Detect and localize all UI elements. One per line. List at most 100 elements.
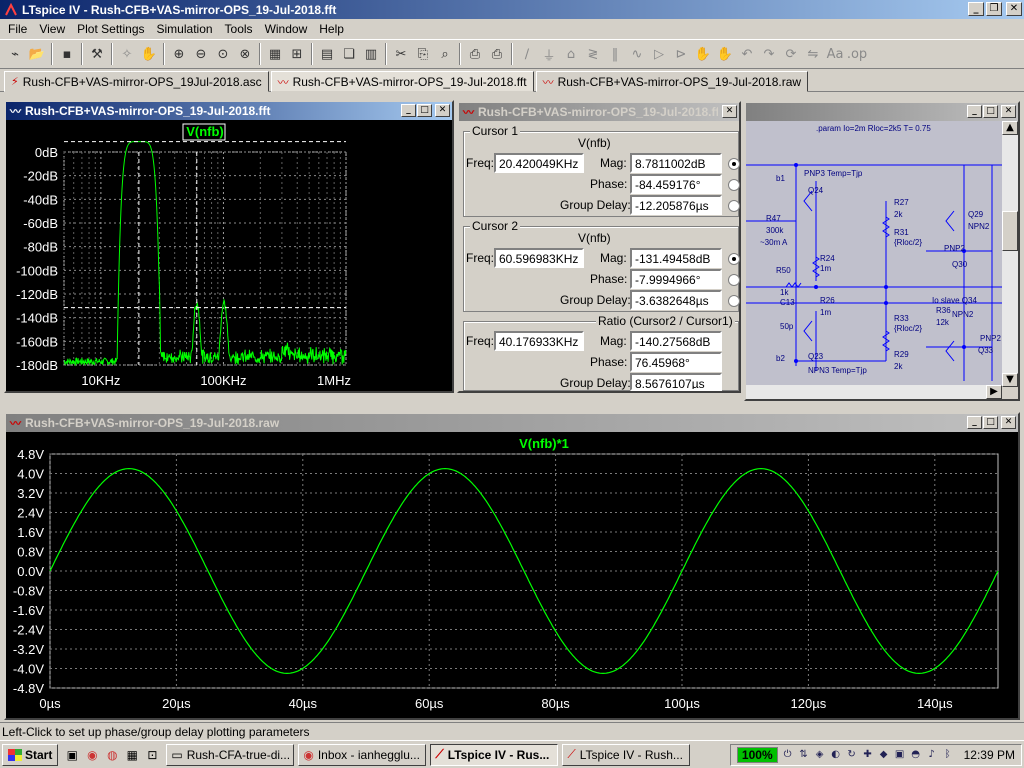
calculator-icon[interactable]: ▦ bbox=[122, 745, 142, 765]
scroll-down-button[interactable]: ▼ bbox=[1002, 373, 1018, 387]
control-panel-icon[interactable]: ⚒ bbox=[86, 43, 108, 65]
cursor2-mag-radio[interactable] bbox=[728, 253, 740, 265]
restore-button[interactable]: ❐ bbox=[986, 2, 1002, 16]
wire-icon[interactable]: ∕ bbox=[516, 43, 538, 65]
undo-icon[interactable]: ↶ bbox=[736, 43, 758, 65]
raw-maximize-button[interactable]: □ bbox=[983, 416, 998, 429]
text-icon[interactable]: Aa bbox=[824, 43, 846, 65]
cursor-window-title-bar[interactable]: 〰 Rush-CFB+VAS-mirror-OPS_19-Jul-2018.ff… bbox=[459, 103, 739, 121]
cursor1-group-delay-radio[interactable] bbox=[728, 200, 740, 212]
browser-icon[interactable]: ◍ bbox=[102, 745, 122, 765]
speaker-icon[interactable]: ♪ bbox=[926, 749, 938, 761]
copy-icon[interactable]: ⎘ bbox=[412, 43, 434, 65]
menu-simulation[interactable]: Simulation bbox=[151, 22, 219, 36]
raw-close-button[interactable]: ✕ bbox=[1001, 416, 1016, 429]
tab-raw[interactable]: 〰 Rush-CFB+VAS-mirror-OPS_19-Jul-2018.raw bbox=[535, 71, 809, 92]
scroll-thumb[interactable] bbox=[1002, 211, 1018, 251]
zoom-cancel-icon[interactable]: ⊗ bbox=[234, 43, 256, 65]
fft-plot[interactable]: V(nfb) 0dB -20dB -40dB -60dB -80dB -100dB -120d… bbox=[6, 120, 452, 391]
find-icon[interactable]: ⌕ bbox=[434, 43, 456, 65]
network-icon[interactable]: ⇅ bbox=[798, 749, 810, 761]
cursor1-mag-radio[interactable] bbox=[728, 158, 740, 170]
cascade-icon[interactable]: ❏ bbox=[338, 43, 360, 65]
inductor-icon[interactable]: ∿ bbox=[626, 43, 648, 65]
diode-icon[interactable]: ▷ bbox=[648, 43, 670, 65]
chat-icon[interactable]: ◓ bbox=[910, 749, 922, 761]
grid-icon[interactable]: ⊞ bbox=[286, 43, 308, 65]
move-icon[interactable]: ✋ bbox=[692, 43, 714, 65]
schematic-horizontal-scrollbar[interactable]: ▶ bbox=[746, 385, 1002, 399]
power-icon[interactable]: ⏻ bbox=[782, 749, 794, 761]
ground-icon[interactable]: ⏚ bbox=[538, 43, 560, 65]
task-inbox[interactable]: ◉ Inbox - ianhegglu... bbox=[298, 743, 427, 766]
fft-window-title-bar[interactable]: 〰 Rush-CFB+VAS-mirror-OPS_19-Jul-2018.ff… bbox=[6, 102, 452, 120]
show-desktop-icon[interactable]: ▣ bbox=[62, 745, 82, 765]
open-icon[interactable]: 📂 bbox=[26, 43, 48, 65]
new-schematic-icon[interactable]: ⌁ bbox=[4, 43, 26, 65]
save-icon[interactable]: ▪ bbox=[56, 43, 78, 65]
spice-directive-icon[interactable]: .op bbox=[846, 43, 868, 65]
zoom-indicator[interactable]: 100% bbox=[736, 747, 778, 763]
cursor2-phase-radio[interactable] bbox=[728, 274, 740, 286]
tab-fft[interactable]: 〰 Rush-CFB+VAS-mirror-OPS_19-Jul-2018.fft bbox=[270, 71, 534, 92]
cursor2-freq-field[interactable]: 60.596983KHz bbox=[494, 248, 584, 268]
print-icon[interactable]: ⎙ bbox=[486, 43, 508, 65]
transient-plot[interactable]: V(nfb)*1 4.8V 4.0V 3.2V 2.4V 1.6V 0.8V 0.0V -0.8… bbox=[6, 432, 1018, 718]
resistor-icon[interactable]: ≷ bbox=[582, 43, 604, 65]
cursor1-phase-radio[interactable] bbox=[728, 179, 740, 191]
update-icon[interactable]: ◆ bbox=[878, 749, 890, 761]
schematic-canvas[interactable]: .param Io=2m Rloc=2k5 T= 0.75 b1 PNP3 Te… bbox=[746, 121, 1002, 387]
chrome-icon[interactable]: ◉ bbox=[82, 745, 102, 765]
zoom-fit-icon[interactable]: ⊙ bbox=[212, 43, 234, 65]
menu-tools[interactable]: Tools bbox=[219, 22, 259, 36]
run-icon[interactable]: ✧ bbox=[116, 43, 138, 65]
start-button[interactable]: Start bbox=[2, 743, 59, 766]
halt-icon[interactable]: ✋ bbox=[138, 43, 160, 65]
schematic-vertical-scrollbar[interactable]: ▲ ▼ bbox=[1002, 121, 1018, 387]
fft-maximize-button[interactable]: □ bbox=[417, 104, 432, 117]
fft-close-button[interactable]: ✕ bbox=[435, 104, 450, 117]
tab-schematic[interactable]: ⚡ Rush-CFB+VAS-mirror-OPS_19Jul-2018.asc bbox=[4, 71, 269, 92]
menu-plot-settings[interactable]: Plot Settings bbox=[71, 22, 150, 36]
bluetooth-icon[interactable]: ᛒ bbox=[942, 749, 954, 761]
fft-minimize-button[interactable]: _ bbox=[401, 104, 416, 117]
menu-window[interactable]: Window bbox=[259, 22, 314, 36]
schematic-maximize-button[interactable]: □ bbox=[983, 105, 998, 118]
label-icon[interactable]: ⌂ bbox=[560, 43, 582, 65]
minimize-button[interactable]: _ bbox=[968, 2, 984, 16]
scroll-up-button[interactable]: ▲ bbox=[1002, 121, 1018, 135]
display-icon[interactable]: ▣ bbox=[894, 749, 906, 761]
rotate-icon[interactable]: ⟳ bbox=[780, 43, 802, 65]
cursor2-group-delay-radio[interactable] bbox=[728, 295, 740, 307]
tile-horizontal-icon[interactable]: ▤ bbox=[316, 43, 338, 65]
raw-minimize-button[interactable]: _ bbox=[967, 416, 982, 429]
cursor-close-button[interactable]: ✕ bbox=[722, 105, 737, 118]
schematic-window-title-bar[interactable]: _ □ ✕ bbox=[746, 103, 1018, 121]
autorange-icon[interactable]: ▦ bbox=[264, 43, 286, 65]
capacitor-icon[interactable]: ‖ bbox=[604, 43, 626, 65]
task-ltspice-1[interactable]: ⟋ LTspice IV - Rus... bbox=[430, 743, 559, 766]
raw-window-title-bar[interactable]: 〰 Rush-CFB+VAS-mirror-OPS_19-Jul-2018.ra… bbox=[6, 414, 1018, 432]
close-button[interactable]: ✕ bbox=[1006, 2, 1022, 16]
zoom-in-icon[interactable]: ⊕ bbox=[168, 43, 190, 65]
menu-file[interactable]: File bbox=[2, 22, 33, 36]
redo-icon[interactable]: ↷ bbox=[758, 43, 780, 65]
schematic-minimize-button[interactable]: _ bbox=[967, 105, 982, 118]
tile-vertical-icon[interactable]: ▥ bbox=[360, 43, 382, 65]
component-icon[interactable]: ⊳ bbox=[670, 43, 692, 65]
zoom-out-icon[interactable]: ⊖ bbox=[190, 43, 212, 65]
schematic-close-button[interactable]: ✕ bbox=[1001, 105, 1016, 118]
task-ltspice-2[interactable]: ⟋ LTspice IV - Rush... bbox=[562, 743, 691, 766]
drag-icon[interactable]: ✋ bbox=[714, 43, 736, 65]
mirror-icon[interactable]: ⇋ bbox=[802, 43, 824, 65]
task-folder[interactable]: ▭ Rush-CFA-true-di... bbox=[166, 743, 295, 766]
scroll-right-button[interactable]: ▶ bbox=[986, 385, 1002, 399]
volume-icon[interactable]: ◐ bbox=[830, 749, 842, 761]
shield-icon[interactable]: ◈ bbox=[814, 749, 826, 761]
print-preview-icon[interactable]: ⎙ bbox=[464, 43, 486, 65]
sync-icon[interactable]: ↻ bbox=[846, 749, 858, 761]
cut-icon[interactable]: ✂ bbox=[390, 43, 412, 65]
menu-help[interactable]: Help bbox=[313, 22, 350, 36]
antivirus-icon[interactable]: ✚ bbox=[862, 749, 874, 761]
menu-view[interactable]: View bbox=[33, 22, 71, 36]
